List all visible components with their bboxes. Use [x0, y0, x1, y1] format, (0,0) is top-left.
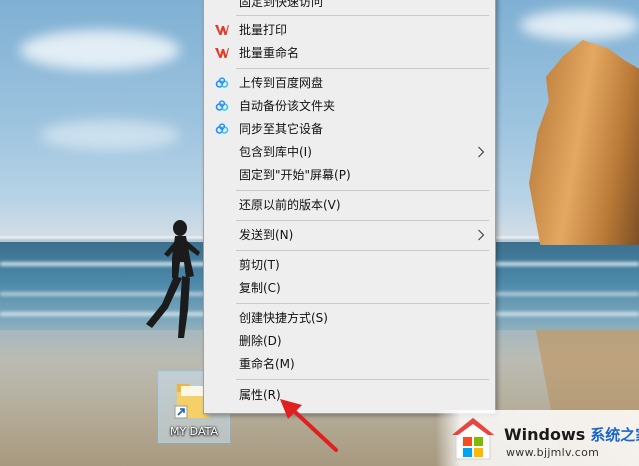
chevron-right-icon [478, 229, 485, 241]
menu-item-send-to[interactable]: 发送到(N) [206, 224, 493, 246]
menu-separator [236, 68, 489, 69]
menu-item-restore-versions[interactable]: 还原以前的版本(V) [206, 194, 493, 216]
windows-house-logo-icon [450, 417, 496, 460]
menu-item-label: 发送到(N) [239, 228, 294, 242]
menu-item-label: 创建快捷方式(S) [239, 311, 328, 325]
menu-item-label: 上传到百度网盘 [239, 76, 324, 90]
menu-item-sync-devices[interactable]: 同步至其它设备 [206, 118, 493, 140]
watermark-url: www.bjjmlv.com [506, 446, 600, 459]
menu-item-batch-rename[interactable]: 批量重命名 [206, 42, 493, 64]
menu-item-cut[interactable]: 剪切(T) [206, 254, 493, 276]
menu-item-label: 重命名(M) [239, 357, 295, 371]
menu-item-label: 固定到"开始"屏幕(P) [239, 168, 351, 182]
menu-separator [236, 15, 489, 16]
menu-item-copy[interactable]: 复制(C) [206, 277, 493, 299]
menu-item-label: 批量重命名 [239, 46, 300, 60]
menu-item-label: 自动备份该文件夹 [239, 99, 336, 113]
cloud [40, 120, 180, 150]
wps-icon [215, 25, 229, 35]
menu-item-label: 包含到库中(I) [239, 145, 312, 159]
annotation-arrow-icon [280, 399, 338, 452]
watermark-title-en: Windows [504, 425, 586, 444]
menu-item-label: 还原以前的版本(V) [239, 198, 341, 212]
menu-item-label: 属性(R) [239, 388, 281, 402]
runner-silhouette [146, 220, 200, 338]
menu-item-label: 剪切(T) [239, 258, 280, 272]
menu-item-label: 批量打印 [239, 23, 288, 37]
wps-icon [215, 48, 229, 58]
menu-separator [236, 379, 489, 380]
context-menu: 固定到快速访问 批量打印 批量重命名 上传到百度网盘 自动备份该文件夹 同步至其… [203, 0, 496, 414]
menu-item-create-shortcut[interactable]: 创建快捷方式(S) [206, 307, 493, 329]
menu-item-upload-baidu[interactable]: 上传到百度网盘 [206, 72, 493, 94]
cloud [20, 30, 180, 70]
chevron-right-icon [478, 146, 485, 158]
menu-item-rename[interactable]: 重命名(M) [206, 353, 493, 375]
baidu-netdisk-icon [214, 98, 230, 114]
menu-item-label: 固定到快速访问 [239, 0, 324, 9]
menu-separator [236, 303, 489, 304]
watermark-title: Windows系统之家 [504, 424, 639, 445]
menu-item-properties[interactable]: 属性(R) [206, 384, 493, 406]
menu-item-label: 同步至其它设备 [239, 122, 324, 136]
menu-separator [236, 250, 489, 251]
menu-separator [236, 220, 489, 221]
cloud [520, 10, 639, 40]
menu-item-pin-start[interactable]: 固定到"开始"屏幕(P) [206, 164, 493, 186]
watermark: Windows系统之家 www.bjjmlv.com [436, 410, 639, 466]
watermark-title-cn: 系统之家 [590, 426, 639, 444]
menu-item-include-library[interactable]: 包含到库中(I) [206, 141, 493, 163]
menu-item-label: 删除(D) [239, 334, 282, 348]
menu-item-auto-backup[interactable]: 自动备份该文件夹 [206, 95, 493, 117]
menu-item-pin-quick-access[interactable]: 固定到快速访问 [206, 0, 493, 13]
baidu-netdisk-icon [214, 75, 230, 91]
rock-formation [529, 40, 639, 245]
menu-separator [236, 190, 489, 191]
menu-item-label: 复制(C) [239, 281, 281, 295]
desktop-icon-label: MY DATA [169, 425, 219, 438]
baidu-netdisk-icon [214, 121, 230, 137]
menu-item-batch-print[interactable]: 批量打印 [206, 19, 493, 41]
menu-item-delete[interactable]: 删除(D) [206, 330, 493, 352]
